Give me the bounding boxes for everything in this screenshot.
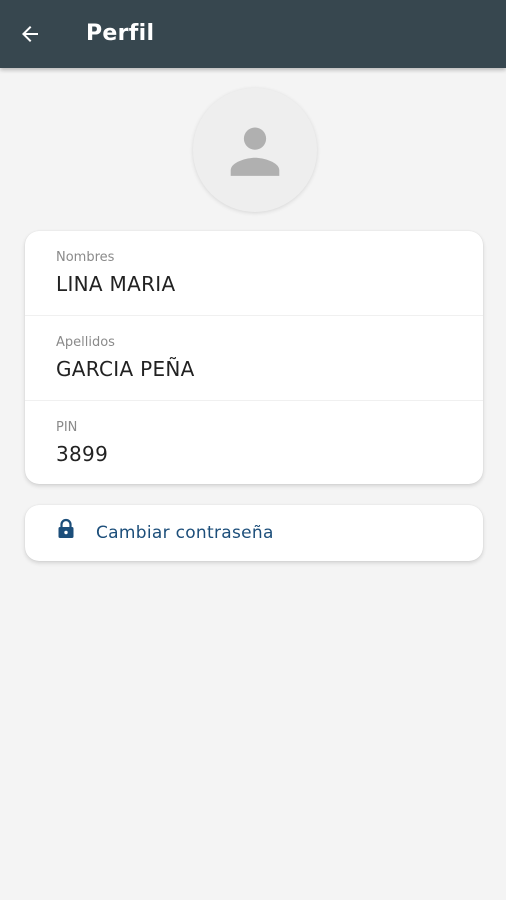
arrow-left-icon bbox=[22, 26, 38, 42]
profile-info-card: Nombres LINA MARIA Apellidos GARCIA PEÑA… bbox=[25, 231, 483, 484]
field-apellidos: Apellidos GARCIA PEÑA bbox=[25, 316, 483, 401]
avatar bbox=[193, 88, 317, 212]
change-password-button[interactable]: Cambiar contraseña bbox=[25, 505, 483, 561]
person-icon bbox=[230, 127, 280, 176]
field-pin: PIN 3899 bbox=[25, 401, 483, 485]
back-button[interactable] bbox=[10, 14, 50, 54]
field-value: LINA MARIA bbox=[56, 272, 176, 296]
profile-screen: Perfil Nombres LINA MARIA Apellidos GARC… bbox=[0, 0, 506, 900]
change-password-label: Cambiar contraseña bbox=[96, 523, 274, 543]
field-value: GARCIA PEÑA bbox=[56, 357, 195, 381]
field-label: Nombres bbox=[56, 250, 115, 265]
field-label: Apellidos bbox=[56, 335, 115, 350]
field-value: 3899 bbox=[56, 442, 109, 466]
field-nombres: Nombres LINA MARIA bbox=[25, 231, 483, 316]
field-label: PIN bbox=[56, 420, 78, 435]
lock-icon bbox=[58, 518, 74, 538]
app-bar: Perfil bbox=[0, 0, 506, 68]
page-title: Perfil bbox=[86, 21, 155, 46]
